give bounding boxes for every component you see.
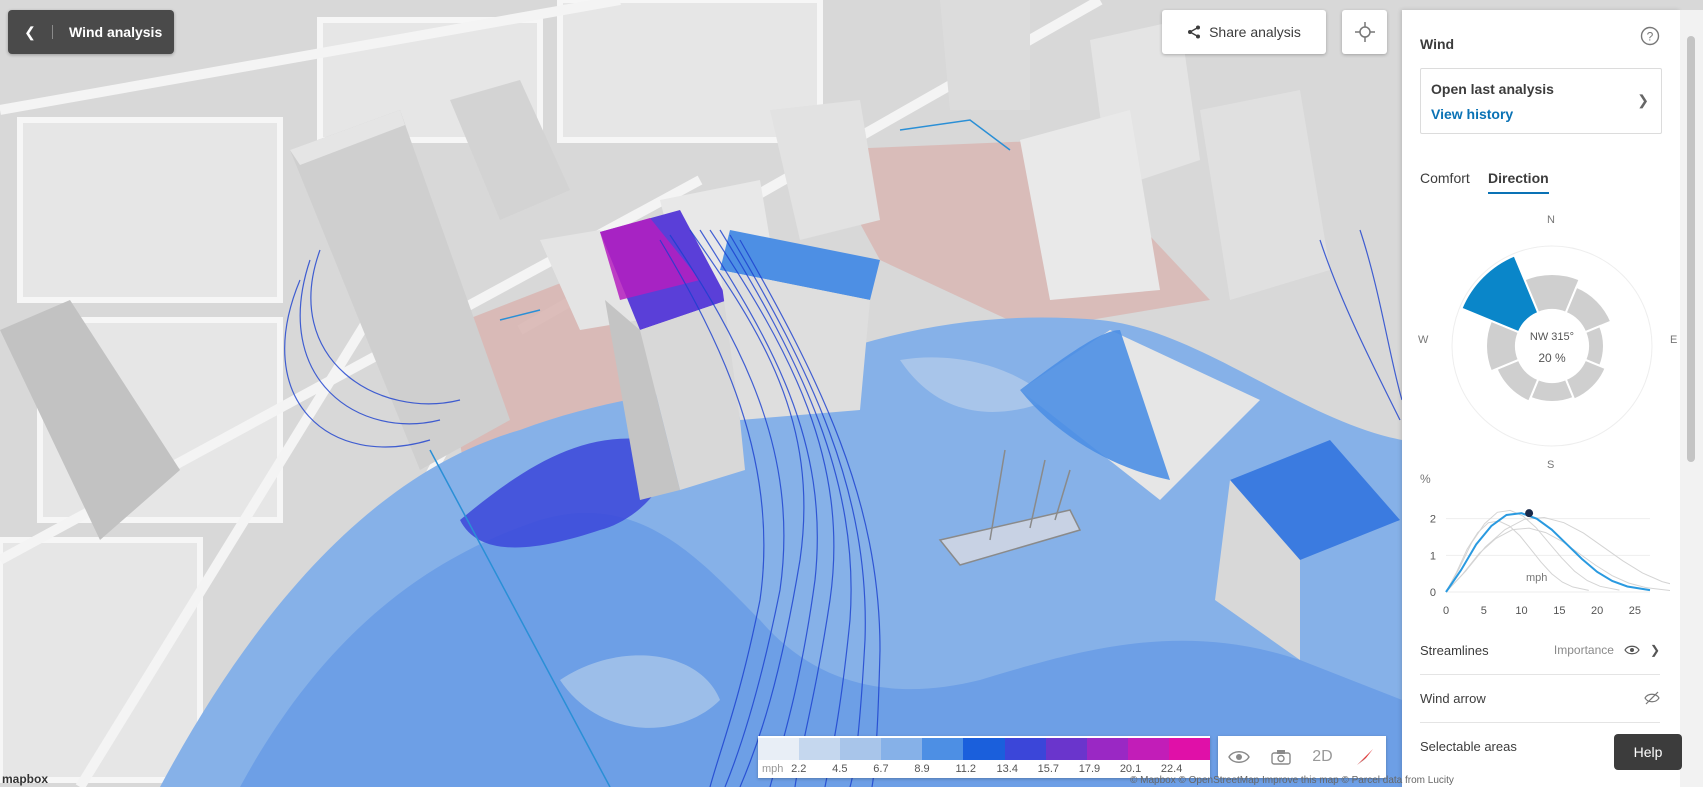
wind-rose-percent-label: 20 % [1538,351,1566,365]
legend-tick-label: 6.7 [873,763,889,775]
legend-tick-label: 11.2 [955,763,977,775]
importance-label: Importance [1553,643,1614,657]
compass-west-label: W [1418,334,1429,346]
open-last-title: Open last analysis [1431,81,1554,97]
tab-direction[interactable]: Direction [1488,170,1549,194]
chevron-left-icon[interactable]: ❮ [8,24,52,41]
eye-off-icon[interactable] [1644,691,1660,705]
legend-swatch [758,738,800,760]
eye-icon[interactable] [1228,749,1251,765]
open-last-analysis-card[interactable]: Open last analysis View history ❯ [1420,68,1662,134]
wind-rose-sector-highlight [1460,254,1540,334]
wind-speed-legend: mph 2.2 4.5 6.7 8.9 11.2 13.4 15.7 17.9 20.1 22.4 [758,736,1211,778]
crosshair-icon [1354,22,1375,42]
legend-swatch [963,738,1005,760]
background-series-line [1445,527,1670,593]
help-button[interactable]: Help [1614,734,1682,770]
wind-rose-direction-label: NW 315° [1530,331,1574,343]
share-analysis-button[interactable]: Share analysis [1162,10,1326,54]
panel-title: Wind [1420,36,1455,52]
svg-text:?: ? [1647,30,1654,44]
map-toolbar: 2D [1218,736,1386,778]
legend-swatch [1004,738,1046,760]
map-attribution[interactable]: © Mapbox © OpenStreetMap Improve this ma… [1130,775,1454,786]
mapbox-logo: mapbox [2,772,49,786]
legend-tick-label: 4.5 [832,763,848,775]
compass-needle-icon[interactable] [1354,746,1376,768]
streamlines-row[interactable]: Streamlines Importance ❯ [1420,626,1660,675]
highlight-point [1525,509,1534,518]
share-label: Share analysis [1209,24,1301,40]
legend-swatch [1127,738,1169,760]
2d-toggle-button[interactable]: 2D [1312,748,1332,766]
legend-tick-label: 15.7 [1037,763,1060,775]
x-tick-label: 0 [1443,605,1449,617]
compass-north-label: N [1547,214,1555,226]
legend-swatch [799,738,841,760]
legend-tick-label: 20.1 [1119,763,1142,775]
chevron-right-icon[interactable]: ❯ [1650,643,1660,657]
legend-color-bar [758,738,1211,760]
legend-tick-label: 17.9 [1078,763,1101,775]
speed-chart-ylabel: % [1420,472,1431,486]
legend-tick-label: 22.4 [1160,763,1183,775]
streamlines-label: Streamlines [1420,642,1489,658]
view-history-link[interactable]: View history [1431,106,1513,122]
eye-icon[interactable] [1624,644,1640,656]
wind-rose-center [1518,312,1586,380]
legend-tick-label: 13.4 [996,763,1018,775]
wind-arrow-row[interactable]: Wind arrow [1420,674,1660,723]
speed-distribution-chart: 2100 5 10 15 20 25mph [1430,509,1670,617]
wind-panel: Wind ? Open last analysis View history ❯… [1402,10,1680,787]
page-title: Wind analysis [69,24,163,40]
x-axis-unit-label: mph [1526,572,1547,584]
legend-tick-label: 8.9 [914,763,930,775]
help-circle-icon[interactable]: ? [1640,26,1660,46]
legend-swatch [1086,738,1128,760]
x-tick-label: 20 [1591,605,1603,617]
y-tick-label: 1 [1430,550,1436,562]
x-tick-label: 25 [1629,605,1641,617]
x-tick-label: 15 [1553,605,1565,617]
selectable-areas-label: Selectable areas [1420,738,1517,754]
back-navigation[interactable]: ❮ Wind analysis [8,10,174,54]
chevron-right-icon: ❯ [1637,92,1649,108]
camera-icon[interactable] [1271,749,1292,765]
y-tick-label: 0 [1430,587,1436,599]
series-line [1445,512,1651,593]
legend-swatch [1045,738,1087,760]
tab-comfort[interactable]: Comfort [1420,170,1470,192]
y-tick-label: 2 [1430,514,1436,526]
legend-swatch [1168,738,1211,760]
legend-unit: mph [762,763,784,775]
scrollbar-thumb[interactable] [1687,36,1695,462]
legend-swatch [922,738,964,760]
x-tick-label: 5 [1481,605,1487,617]
legend-tick-label: 2.2 [791,763,807,775]
locate-button[interactable] [1342,10,1387,54]
share-icon [1188,25,1201,39]
panel-scrollbar[interactable] [1680,10,1703,787]
x-tick-label: 10 [1515,605,1527,617]
legend-swatch [840,738,882,760]
background-series-line [1445,520,1589,593]
wind-rose[interactable]: NW 315° 20 % [1432,226,1672,466]
legend-swatch [881,738,923,760]
wind-arrow-label: Wind arrow [1420,690,1486,706]
background-series-line [1445,516,1670,593]
